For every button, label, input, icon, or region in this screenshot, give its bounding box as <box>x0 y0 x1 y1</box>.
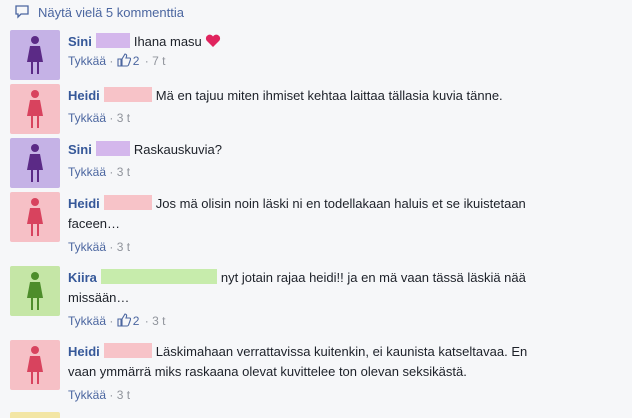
avatar[interactable] <box>10 84 60 134</box>
thumbs-up-icon[interactable] <box>117 313 131 327</box>
comment-meta: Tykkää · 3 t <box>68 165 131 179</box>
heart-icon <box>205 34 220 47</box>
timestamp[interactable]: 3 t <box>117 388 130 402</box>
redacted-surname <box>95 33 130 48</box>
avatar[interactable] <box>10 138 60 188</box>
timestamp[interactable]: 3 t <box>117 240 130 254</box>
like-count[interactable]: 2 <box>133 314 140 328</box>
commenter-name[interactable]: Sini <box>68 34 92 49</box>
like-count[interactable]: 2 <box>133 54 140 68</box>
like-button[interactable]: Tykkää <box>68 240 106 254</box>
comment-meta: Tykkää · 3 t <box>68 111 131 125</box>
commenter-name[interactable]: Heidi <box>68 196 100 211</box>
thumbs-up-icon[interactable] <box>117 53 131 67</box>
comment-meta: Tykkää · 2 · 7 t <box>68 53 166 68</box>
redacted-surname <box>100 269 217 284</box>
timestamp[interactable]: 3 t <box>152 314 165 328</box>
view-more-comments-link[interactable]: Näytä vielä 5 kommenttia <box>14 2 184 22</box>
commenter-name[interactable]: Heidi <box>68 344 100 359</box>
comment-meta: Tykkää · 2 · 3 t <box>68 313 166 328</box>
like-button[interactable]: Tykkää <box>68 111 106 125</box>
redacted-surname <box>95 141 130 156</box>
like-button[interactable]: Tykkää <box>68 54 106 68</box>
commenter-name[interactable]: Heidi <box>68 88 100 103</box>
comment-text: Ihana masu <box>133 34 202 49</box>
like-button[interactable]: Tykkää <box>68 388 106 402</box>
comment-bubble-icon <box>15 5 29 19</box>
next-avatar-partial <box>10 412 60 418</box>
avatar[interactable] <box>10 30 60 80</box>
redacted-surname <box>103 343 152 358</box>
like-button[interactable]: Tykkää <box>68 314 106 328</box>
comment-text-continued: missään… <box>68 290 130 305</box>
comment-text: Raskauskuvia? <box>133 142 222 157</box>
comment-text: Jos mä olisin noin läski ni en todellaka… <box>155 196 526 211</box>
like-button[interactable]: Tykkää <box>68 165 106 179</box>
comment-text-continued: vaan ymmärrä miks raskaana olevat kuvitt… <box>68 364 467 379</box>
redacted-surname <box>103 195 152 210</box>
commenter-name[interactable]: Kiira <box>68 270 97 285</box>
female-silhouette-icon <box>27 144 43 182</box>
comment-text: nyt jotain rajaa heidi!! ja en mä vaan t… <box>220 270 526 285</box>
comment-meta: Tykkää · 3 t <box>68 240 131 254</box>
female-silhouette-icon <box>27 90 43 128</box>
view-more-comments-label: Näytä vielä 5 kommenttia <box>38 4 184 20</box>
female-silhouette-icon <box>27 36 43 74</box>
comment-text-continued: faceen… <box>68 216 121 231</box>
timestamp[interactable]: 3 t <box>117 165 130 179</box>
comment-meta: Tykkää · 3 t <box>68 388 131 402</box>
comment-text: Mä en tajuu miten ihmiset kehtaa laittaa… <box>155 88 503 103</box>
timestamp[interactable]: 7 t <box>152 54 165 68</box>
timestamp[interactable]: 3 t <box>117 111 130 125</box>
redacted-surname <box>103 87 152 102</box>
commenter-name[interactable]: Sini <box>68 142 92 157</box>
comment-text: Läskimahaan verrattavissa kuitenkin, ei … <box>155 344 528 359</box>
